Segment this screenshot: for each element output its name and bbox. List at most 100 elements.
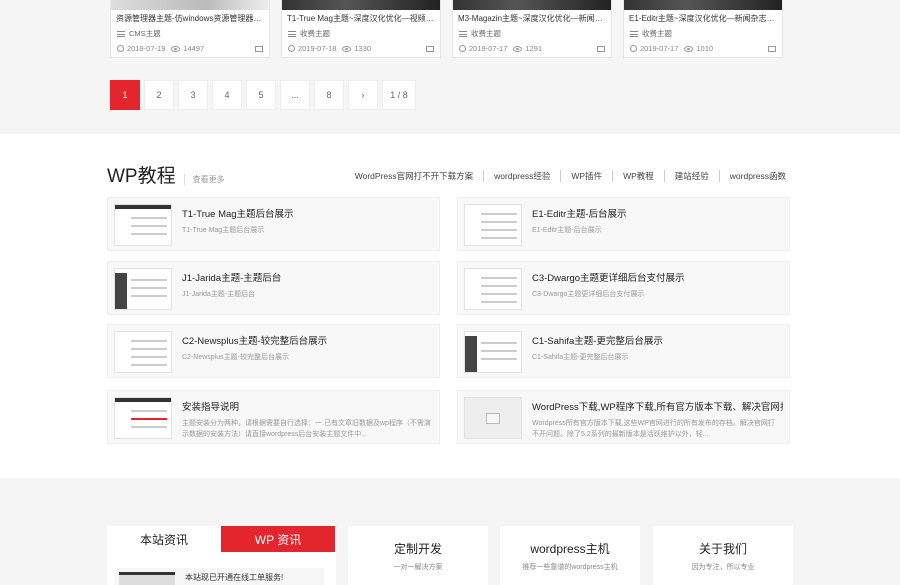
section-title: WP教程 (107, 166, 176, 187)
card-date: 2019-07-19 (127, 44, 166, 53)
post-excerpt: 主题安装分为两种，请根据需要自行选择：一.已有文章旧数据及wp程序（不需演示数据… (182, 420, 431, 438)
page-5-button[interactable]: 5 (246, 80, 276, 110)
list-icon (459, 30, 467, 37)
card-meta: 2019-07-17 1010 (630, 44, 776, 53)
image-placeholder-icon (486, 412, 500, 424)
news-item[interactable]: 本站现已开通在线工单服务! (115, 568, 324, 585)
clock-icon (630, 45, 637, 52)
card-views: 1010 (696, 44, 714, 53)
eye-icon (342, 45, 352, 52)
category-link[interactable]: WP教程 (612, 170, 664, 182)
category-link[interactable]: WP插件 (560, 170, 612, 182)
card-thumbnail[interactable] (111, 0, 269, 10)
post-item[interactable]: 安装指导说明 主题安装分为两种，请根据需要自行选择：一.已有文章旧数据及wp程序… (107, 390, 440, 444)
service-card-about[interactable]: 关于我们 因为专注，所以专业 (653, 526, 793, 585)
wp-tutorials-section: WP教程 查看更多 WordPress官网打不开下载方案 wordpress经验… (0, 134, 900, 478)
theme-card[interactable]: 资源管理器主题-仿windows资源管理器-wor... CMS主题 2019-… (110, 0, 270, 58)
post-title[interactable]: C3-Dwargo主题更详细后台支付展示 (532, 270, 783, 284)
card-views: 14497 (183, 44, 205, 53)
news-thumbnail[interactable] (119, 572, 175, 585)
category-links: WordPress官网打不开下载方案 wordpress经验 WP插件 WP教程… (345, 170, 790, 182)
post-excerpt: J1-Jarida主题-主题后台 (182, 291, 256, 298)
list-icon (117, 30, 125, 37)
service-card-custom-dev[interactable]: 定制开发 一对一解决方案 (348, 526, 488, 585)
post-thumbnail[interactable] (114, 397, 172, 439)
post-thumbnail[interactable] (114, 331, 172, 373)
card-category[interactable]: 收费主题 (453, 24, 611, 39)
post-item[interactable]: E1-Editr主题-后台展示 E1-Editr主题-后台展示 (457, 197, 790, 251)
post-title[interactable]: WordPress下载,WP程序下载,所有官方版本下载、解决官网打不开 (532, 399, 783, 413)
post-title[interactable]: E1-Editr主题-后台展示 (532, 206, 783, 220)
category-link[interactable]: WordPress官网打不开下载方案 (345, 170, 483, 182)
card-title[interactable]: 资源管理器主题-仿windows资源管理器-wor... (111, 10, 269, 24)
card-views: 1330 (354, 44, 372, 53)
post-excerpt: C1-Sahifa主题-更完整后台展示 (532, 354, 629, 361)
card-category[interactable]: 收费主题 (624, 24, 782, 39)
news-title[interactable]: 本站现已开通在线工单服务! (185, 572, 283, 583)
post-item[interactable]: C1-Sahifa主题-更完整后台展示 C1-Sahifa主题-更完整后台展示 (457, 324, 790, 378)
card-thumbnail[interactable] (624, 0, 782, 10)
news-box: 本站资讯 WP 资讯 本站现已开通在线工单服务! (107, 526, 336, 585)
service-subtitle: 一对一解决方案 (393, 564, 443, 571)
tab-site-news[interactable]: 本站资讯 (107, 526, 221, 552)
post-item[interactable]: C2-Newsplus主题-较完整后台展示 C2-Newsplus主题-较完整后… (107, 324, 440, 378)
post-item[interactable]: T1-True Mag主题后台展示 T1-True Mag主题后台展示 (107, 197, 440, 251)
section-header: WP教程 查看更多 WordPress官网打不开下载方案 wordpress经验… (107, 164, 790, 188)
bottom-section: 本站资讯 WP 资讯 本站现已开通在线工单服务! 定制开发 一对一解决方案 wo… (0, 478, 900, 585)
post-excerpt: C3-Dwargo主题更详细后台支付展示 (532, 291, 645, 298)
page-ellipsis: ... (280, 80, 310, 110)
post-thumbnail[interactable] (114, 204, 172, 246)
card-thumbnail[interactable] (453, 0, 611, 10)
page-4-button[interactable]: 4 (212, 80, 242, 110)
post-title[interactable]: C1-Sahifa主题-更完整后台展示 (532, 333, 783, 347)
post-title[interactable]: J1-Jarida主题-主题后台 (182, 270, 433, 284)
next-page-button[interactable]: › (348, 80, 378, 110)
theme-card[interactable]: E1-Editr主题~深度汉化优化—新闻杂志wor... 收费主题 2019-0… (623, 0, 783, 58)
top-section: 资源管理器主题-仿windows资源管理器-wor... CMS主题 2019-… (0, 0, 900, 134)
page-2-button[interactable]: 2 (144, 80, 174, 110)
post-excerpt: E1-Editr主题-后台展示 (532, 227, 602, 234)
monitor-icon (597, 45, 605, 52)
page-1-button[interactable]: 1 (110, 80, 140, 110)
post-title[interactable]: 安装指导说明 (182, 399, 433, 413)
post-excerpt: C2-Newsplus主题-较完整后台展示 (182, 354, 289, 361)
card-views: 1291 (525, 44, 543, 53)
category-link[interactable]: wordpress经验 (483, 170, 560, 182)
post-thumbnail[interactable] (464, 204, 522, 246)
card-date: 2019-07-18 (298, 44, 337, 53)
service-title: 关于我们 (698, 542, 747, 556)
post-item[interactable]: C3-Dwargo主题更详细后台支付展示 C3-Dwargo主题更详细后台支付展… (457, 261, 790, 315)
post-thumbnail[interactable] (464, 268, 522, 310)
view-more-link[interactable]: 查看更多 (183, 174, 225, 185)
service-card-hosting[interactable]: wordpress主机 推荐一些靠谱的wordpress主机 (500, 526, 640, 585)
category-link[interactable]: 建站经验 (663, 170, 719, 182)
theme-card[interactable]: T1-True Mag主题~深度汉化优化—视频播... 收费主题 2019-07… (281, 0, 441, 58)
category-link[interactable]: wordpress函数 (718, 170, 790, 182)
monitor-icon (768, 45, 776, 52)
card-category[interactable]: 收费主题 (282, 24, 440, 39)
post-thumbnail[interactable] (464, 331, 522, 373)
service-title: 定制开发 (393, 542, 442, 556)
pagination: 1 2 3 4 5 ... 8 › 1 / 8 (110, 80, 416, 110)
card-thumbnail[interactable] (282, 0, 440, 10)
card-title[interactable]: M3-Magazin主题~深度汉化优化—新闻杂志... (453, 10, 611, 24)
eye-icon (513, 45, 523, 52)
card-meta: 2019-07-18 1330 (288, 44, 434, 53)
post-title[interactable]: C2-Newsplus主题-较完整后台展示 (182, 333, 433, 347)
post-title[interactable]: T1-True Mag主题后台展示 (182, 206, 433, 220)
page-3-button[interactable]: 3 (178, 80, 208, 110)
service-subtitle: 因为专注，所以专业 (691, 564, 755, 571)
tab-wp-news[interactable]: WP 资讯 (221, 526, 335, 552)
post-item[interactable]: J1-Jarida主题-主题后台 J1-Jarida主题-主题后台 (107, 261, 440, 315)
theme-card[interactable]: M3-Magazin主题~深度汉化优化—新闻杂志... 收费主题 2019-07… (452, 0, 612, 58)
post-thumbnail[interactable] (114, 268, 172, 310)
clock-icon (288, 45, 295, 52)
card-category[interactable]: CMS主题 (111, 24, 269, 39)
post-thumbnail[interactable] (464, 397, 522, 439)
page-8-button[interactable]: 8 (314, 80, 344, 110)
card-title[interactable]: T1-True Mag主题~深度汉化优化—视频播... (282, 10, 440, 24)
card-title[interactable]: E1-Editr主题~深度汉化优化—新闻杂志wor... (624, 10, 782, 24)
post-item[interactable]: WordPress下载,WP程序下载,所有官方版本下载、解决官网打不开 Word… (457, 390, 790, 444)
clock-icon (459, 45, 466, 52)
list-icon (288, 30, 296, 37)
